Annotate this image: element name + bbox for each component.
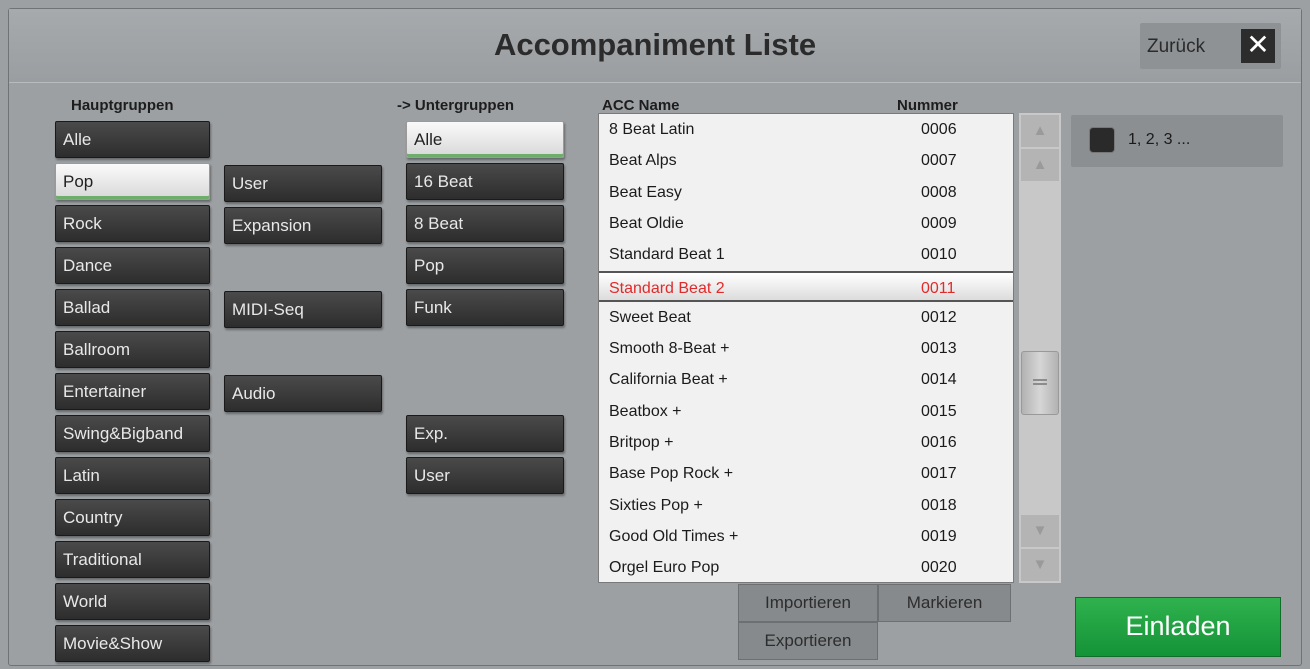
acc-number: 0017 xyxy=(921,465,957,483)
acc-name: Beatbox + xyxy=(609,402,682,420)
sub-group-16-beat[interactable]: 16 Beat xyxy=(406,163,564,200)
list-item[interactable]: California Beat + 0014 xyxy=(599,364,1013,395)
source-group-midi-seq[interactable]: MIDI-Seq xyxy=(224,291,382,328)
acc-number: 0014 xyxy=(921,371,957,389)
main-group-ballroom[interactable]: Ballroom xyxy=(55,331,210,368)
export-button[interactable]: Exportieren xyxy=(738,622,878,660)
load-button[interactable]: Einladen xyxy=(1075,597,1281,657)
title-bar: Accompaniment Liste Zurück ✕ xyxy=(9,9,1301,83)
acc-number: 0012 xyxy=(921,308,957,326)
acc-number: 0007 xyxy=(921,152,957,170)
list-item[interactable]: Beat Oldie 0009 xyxy=(599,208,1013,239)
accompaniment-list[interactable]: 8 Beat Latin 0006 Beat Alps 0007 Beat Easy 00… xyxy=(598,113,1014,583)
list-item[interactable]: Standard Beat 1 0010 xyxy=(599,239,1013,270)
import-button[interactable]: Importieren xyxy=(738,584,878,622)
main-group-world[interactable]: World xyxy=(55,583,210,620)
close-icon[interactable]: ✕ xyxy=(1241,29,1275,63)
source-group-user[interactable]: User xyxy=(224,165,382,202)
accompaniment-list-window: Accompaniment Liste Zurück ✕ Hauptgruppe… xyxy=(8,8,1302,666)
acc-number: 0011 xyxy=(921,279,956,297)
acc-name-header: ACC Name xyxy=(602,97,680,114)
acc-number: 0020 xyxy=(921,559,957,577)
list-item[interactable]: 8 Beat Latin 0006 xyxy=(599,114,1013,145)
sub-groups-header: -> Untergruppen xyxy=(397,97,515,114)
acc-number: 0008 xyxy=(921,183,957,201)
acc-number: 0015 xyxy=(921,402,957,420)
main-group-dance[interactable]: Dance xyxy=(55,247,210,284)
checkbox-icon[interactable] xyxy=(1089,127,1115,153)
acc-number: 0006 xyxy=(921,121,957,138)
sub-group-funk[interactable]: Funk xyxy=(406,289,564,326)
acc-name: Beat Oldie xyxy=(609,214,684,232)
main-group-rock[interactable]: Rock xyxy=(55,205,210,242)
page-title: Accompaniment Liste xyxy=(493,27,817,62)
list-item[interactable]: Britpop + 0016 xyxy=(599,427,1013,458)
list-item[interactable]: Good Old Times + 0019 xyxy=(599,521,1013,552)
back-button-label: Zurück xyxy=(1147,36,1206,57)
list-item[interactable]: Smooth 8-Beat + 0013 xyxy=(599,333,1013,364)
content-area: Hauptgruppen -> Untergruppen ACC Name Nu… xyxy=(9,85,1301,667)
main-group-traditional[interactable]: Traditional xyxy=(55,541,210,578)
sub-group-alle[interactable]: Alle xyxy=(406,121,564,158)
acc-name: Good Old Times + xyxy=(609,527,739,545)
source-group-expansion[interactable]: Expansion xyxy=(224,207,382,244)
list-item[interactable]: Sweet Beat 0012 xyxy=(599,302,1013,333)
acc-name: California Beat + xyxy=(609,371,728,389)
sub-group-user[interactable]: User xyxy=(406,457,564,494)
scroll-top-icon[interactable]: ▲ xyxy=(1021,115,1059,147)
list-item[interactable]: Beat Easy 0008 xyxy=(599,177,1013,208)
list-item[interactable]: Sixties Pop + 0018 xyxy=(599,490,1013,521)
acc-name: Beat Easy xyxy=(609,183,682,201)
list-scrollbar[interactable]: ▲ ▲ ▼ ▼ xyxy=(1019,113,1061,583)
main-group-movie-show[interactable]: Movie&Show xyxy=(55,625,210,662)
number-header: Nummer xyxy=(897,97,958,114)
scroll-up-icon[interactable]: ▲ xyxy=(1021,149,1059,181)
main-group-latin[interactable]: Latin xyxy=(55,457,210,494)
numbering-toggle-label: 1, 2, 3 ... xyxy=(1128,131,1191,148)
grip-icon xyxy=(1033,379,1047,385)
acc-name: Beat Alps xyxy=(609,152,677,170)
numbering-toggle[interactable]: 1, 2, 3 ... xyxy=(1071,115,1283,167)
list-item[interactable]: Standard Beat 2 0011 xyxy=(599,270,1013,302)
sub-group-exp-[interactable]: Exp. xyxy=(406,415,564,452)
acc-name: Standard Beat 2 xyxy=(609,279,725,297)
list-item[interactable]: Beatbox + 0015 xyxy=(599,396,1013,427)
acc-name: Britpop + xyxy=(609,434,674,451)
acc-name: Standard Beat 1 xyxy=(609,246,725,264)
list-item[interactable]: Orgel Euro Pop 0020 xyxy=(599,552,1013,582)
acc-name: Orgel Euro Pop xyxy=(609,559,720,577)
main-group-ballad[interactable]: Ballad xyxy=(55,289,210,326)
acc-number: 0018 xyxy=(921,496,957,514)
main-group-pop[interactable]: Pop xyxy=(55,163,210,200)
acc-number: 0013 xyxy=(921,340,957,358)
main-group-swing-bigband[interactable]: Swing&Bigband xyxy=(55,415,210,452)
acc-number: 0010 xyxy=(921,246,957,264)
scroll-down-icon[interactable]: ▼ xyxy=(1021,515,1059,547)
main-group-entertainer[interactable]: Entertainer xyxy=(55,373,210,410)
acc-number: 0016 xyxy=(921,434,957,451)
main-group-alle[interactable]: Alle xyxy=(55,121,210,158)
acc-number: 0009 xyxy=(921,214,957,232)
acc-number: 0019 xyxy=(921,527,957,545)
scrollbar-thumb[interactable] xyxy=(1021,351,1059,415)
back-button[interactable]: Zurück ✕ xyxy=(1140,23,1281,69)
acc-name: Sweet Beat xyxy=(609,308,691,326)
sub-group-pop[interactable]: Pop xyxy=(406,247,564,284)
acc-name: Smooth 8-Beat + xyxy=(609,340,730,358)
mark-button[interactable]: Markieren xyxy=(878,584,1011,622)
acc-name: 8 Beat Latin xyxy=(609,121,695,138)
main-groups-header: Hauptgruppen xyxy=(71,97,174,114)
list-item[interactable]: Beat Alps 0007 xyxy=(599,145,1013,176)
list-item[interactable]: Base Pop Rock + 0017 xyxy=(599,458,1013,489)
source-group-audio[interactable]: Audio xyxy=(224,375,382,412)
acc-name: Sixties Pop + xyxy=(609,496,703,514)
scroll-bottom-icon[interactable]: ▼ xyxy=(1021,549,1059,581)
acc-name: Base Pop Rock + xyxy=(609,465,734,483)
sub-group-8-beat[interactable]: 8 Beat xyxy=(406,205,564,242)
main-group-country[interactable]: Country xyxy=(55,499,210,536)
